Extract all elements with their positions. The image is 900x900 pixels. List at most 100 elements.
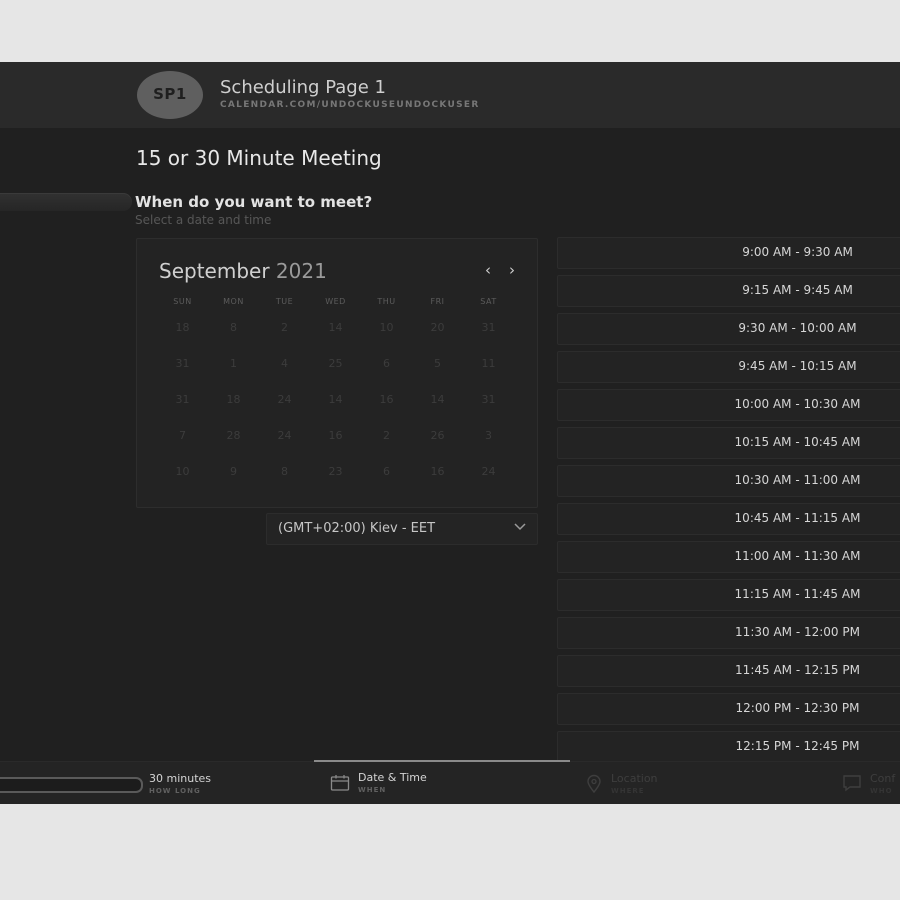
calendar-day: 3 [485,429,492,442]
calendar-day: 25 [328,357,343,370]
time-slot-button[interactable]: 11:15 AM - 11:45 AM [557,579,900,611]
page-url: CALENDAR.COM/UNDOCKUSEUNDOCKUSER [220,100,480,110]
calendar-day: 31 [175,357,190,370]
meeting-subtitle: Select a date and time [135,213,272,227]
calendar-day: 14 [430,393,445,406]
step-label: Location [611,772,658,785]
calendar-day: 1 [230,357,237,370]
time-slot-label: 10:15 AM - 10:45 AM [734,435,861,449]
weekday-label: TUE [275,297,294,306]
time-slot-button[interactable]: 9:45 AM - 10:15 AM [557,351,900,383]
weekday-label: SAT [480,297,497,306]
calendar-day: 11 [481,357,496,370]
time-slot-button[interactable]: 9:15 AM - 9:45 AM [557,275,900,307]
calendar-day: 18 [226,393,241,406]
calendar-day: 18 [175,321,190,334]
calendar-day: 16 [379,393,394,406]
time-slot-button[interactable]: 11:30 AM - 12:00 PM [557,617,900,649]
calendar-week: 31 18 24 14 16 14 31 [157,393,514,406]
time-slot-label: 11:30 AM - 12:00 PM [735,625,860,639]
time-slot-label: 9:45 AM - 10:15 AM [738,359,857,373]
time-slot-button[interactable]: 9:30 AM - 10:00 AM [557,313,900,345]
step-location[interactable]: Location WHERE [585,762,825,804]
timezone-select[interactable]: (GMT+02:00) Kiev - EET [266,513,538,545]
step-confirm[interactable]: Conf WHO [842,762,900,804]
calendar-day: 7 [179,429,186,442]
weekday-label: WED [325,297,346,306]
calendar-day: 24 [481,465,496,478]
calendar-day: 8 [230,321,237,334]
weekday-header: SUN MON TUE WED THU FRI SAT [157,297,514,306]
chevron-left-icon[interactable]: ‹ [479,259,497,281]
calendar-day: 9 [230,465,237,478]
calendar-day: 26 [430,429,445,442]
left-panel-bar [0,193,132,211]
location-pin-icon [585,774,603,798]
timezone-value: (GMT+02:00) Kiev - EET [278,521,436,536]
time-slot-label: 9:30 AM - 10:00 AM [738,321,857,335]
time-slot-label: 12:15 PM - 12:45 PM [735,739,860,753]
weekday-label: SUN [173,297,192,306]
time-slot-button[interactable]: 10:15 AM - 10:45 AM [557,427,900,459]
calendar-day: 2 [281,321,288,334]
calendar-day: 4 [281,357,288,370]
calendar-week: 10 9 8 23 6 16 24 [157,465,514,478]
calendar-day: 10 [379,321,394,334]
calendar-day: 8 [281,465,288,478]
calendar-day: 10 [175,465,190,478]
calendar-day: 20 [430,321,445,334]
step-sub: HOW LONG [149,787,201,795]
comment-icon [842,774,862,796]
time-slot-button[interactable]: 9:00 AM - 9:30 AM [557,237,900,269]
calendar-day: 2 [383,429,390,442]
avatar-initials: SP1 [153,85,187,103]
time-slot-label: 10:00 AM - 10:30 AM [734,397,861,411]
calendar-week: 18 8 2 14 10 20 31 [157,321,514,334]
step-duration[interactable]: 30 minutes HOW LONG [0,762,300,804]
avatar: SP1 [137,71,203,119]
time-slot-button[interactable]: 11:45 AM - 12:15 PM [557,655,900,687]
calendar-day: 5 [434,357,441,370]
scheduling-app: SP1 Scheduling Page 1 CALENDAR.COM/UNDOC… [0,62,900,804]
date-picker: September 20 2 1 ‹ › SUN MON TUE WED THU F… [136,238,538,508]
meeting-question: When do you want to meet? [135,193,373,211]
calendar-day: 14 [328,393,343,406]
time-slot-label: 10:45 AM - 11:15 AM [734,511,861,525]
step-date-time[interactable]: Date & Time WHEN [314,762,570,804]
chevron-right-icon[interactable]: › [503,259,521,281]
time-slot-button[interactable]: 10:00 AM - 10:30 AM [557,389,900,421]
time-slot-button[interactable]: 11:00 AM - 11:30 AM [557,541,900,573]
time-slot-button[interactable]: 12:00 PM - 12:30 PM [557,693,900,725]
page-name: Scheduling Page 1 [220,77,386,98]
calendar-day: 31 [175,393,190,406]
time-slot-button[interactable]: 10:45 AM - 11:15 AM [557,503,900,535]
time-slot-label: 10:30 AM - 11:00 AM [734,473,861,487]
calendar-day: 6 [383,357,390,370]
calendar-day: 24 [277,429,292,442]
time-slot-button[interactable]: 12:15 PM - 12:45 PM [557,731,900,763]
calendar-day: 24 [277,393,292,406]
calendar-day: 6 [383,465,390,478]
calendar-day: 16 [328,429,343,442]
calendar-day: 28 [226,429,241,442]
time-slot-label: 9:15 AM - 9:45 AM [742,283,853,297]
calendar-day: 16 [430,465,445,478]
time-slot-button[interactable]: 10:30 AM - 11:00 AM [557,465,900,497]
duration-progress-bar [0,777,143,793]
step-label: Conf [870,772,896,785]
month-label: September [159,259,270,283]
step-sub: WHERE [611,787,645,795]
calendar-icon [330,774,350,796]
time-slot-label: 11:15 AM - 11:45 AM [734,587,861,601]
time-slot-label: 11:45 AM - 12:15 PM [735,663,860,677]
calendar-week: 7 28 24 16 2 26 3 [157,429,514,442]
step-footer: 30 minutes HOW LONG Date & Time WHEN Loc… [0,760,900,804]
calendar-day: 14 [328,321,343,334]
time-slot-label: 12:00 PM - 12:30 PM [735,701,860,715]
chevron-down-icon [513,519,527,536]
meeting-title: 15 or 30 Minute Meeting [136,146,382,170]
weekday-label: MON [223,297,244,306]
calendar-week: 31 1 4 25 6 5 11 [157,357,514,370]
calendar-day: 31 [481,393,496,406]
time-slot-label: 9:00 AM - 9:30 AM [742,245,853,259]
